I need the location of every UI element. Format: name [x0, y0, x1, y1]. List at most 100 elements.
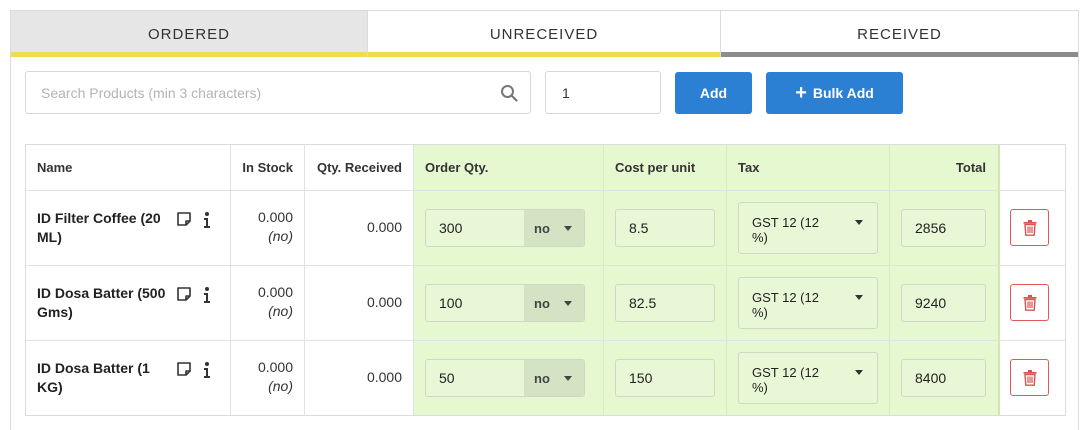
search-input[interactable]: [26, 72, 486, 113]
caret-down-icon: [855, 370, 863, 375]
add-button[interactable]: Add: [675, 72, 752, 114]
caret-down-icon: [564, 226, 572, 231]
cost-cell: 150: [604, 341, 727, 415]
add-button-label: Add: [699, 85, 728, 101]
cost-cell: 8.5: [604, 191, 727, 265]
tab-received-label: RECEIVED: [857, 25, 942, 43]
tax-cell: GST 12 (12 %): [727, 266, 890, 340]
trash-icon: [1023, 219, 1036, 236]
table-header: Name In Stock Qty. Received Order Qty. C…: [26, 145, 1065, 191]
tax-cell: GST 12 (12 %): [727, 341, 890, 415]
qty-received-cell: 0.000: [305, 266, 414, 340]
order-qty-input[interactable]: 50: [426, 360, 524, 396]
tax-select-value: GST 12 (12 %): [752, 215, 819, 245]
cost-per-unit-input[interactable]: 150: [615, 359, 715, 397]
total-input[interactable]: 8400: [901, 359, 986, 397]
unit-select[interactable]: no: [524, 285, 584, 321]
order-qty-field: 100 no: [425, 284, 585, 322]
in-stock-value: 0.000 (no): [258, 283, 293, 321]
qty-received-value: 0.000: [366, 369, 402, 385]
note-icon[interactable]: [176, 361, 192, 377]
header-total: Total: [890, 145, 1000, 190]
trash-icon: [1023, 369, 1036, 386]
tax-cell: GST 12 (12 %): [727, 191, 890, 265]
in-stock-cell: 0.000 (no): [231, 191, 305, 265]
in-stock-value: 0.000 (no): [258, 208, 293, 246]
order-qty-input[interactable]: 300: [426, 210, 524, 246]
total-cell: 9240: [890, 266, 1000, 340]
product-cell: ID Dosa Batter (500 Gms): [26, 266, 231, 340]
info-icon[interactable]: [202, 211, 212, 229]
order-qty-cell: 50 no: [414, 341, 604, 415]
tab-ordered-indicator: [11, 52, 367, 57]
cost-per-unit-input[interactable]: 8.5: [615, 209, 715, 247]
header-name: Name: [26, 145, 231, 190]
purchase-order-panel: ORDERED UNRECEIVED RECEIVED Add + Bulk A…: [10, 10, 1079, 430]
unit-select[interactable]: no: [524, 360, 584, 396]
header-qty-received: Qty. Received: [305, 145, 414, 190]
total-input[interactable]: 9240: [901, 284, 986, 322]
actions-cell: [1000, 191, 1065, 265]
delete-row-button[interactable]: [1010, 284, 1049, 321]
caret-down-icon: [855, 295, 863, 300]
tax-select-value: GST 12 (12 %): [752, 365, 819, 395]
header-order-qty: Order Qty.: [414, 145, 604, 190]
in-stock-unit: (no): [268, 378, 293, 394]
tax-select[interactable]: GST 12 (12 %): [738, 277, 878, 329]
in-stock-amount: 0.000: [257, 209, 293, 225]
product-search: [25, 71, 531, 114]
actions-cell: [1000, 341, 1065, 415]
actions-cell: [1000, 266, 1065, 340]
order-qty-field: 300 no: [425, 209, 585, 247]
tax-select-value: GST 12 (12 %): [752, 290, 819, 320]
plus-icon: +: [795, 82, 807, 104]
bulk-add-button[interactable]: + Bulk Add: [766, 72, 903, 114]
table-row: ID Filter Coffee (20 ML) 0.000 (no) 0.00…: [26, 191, 1065, 266]
cost-cell: 82.5: [604, 266, 727, 340]
header-cost-per-unit: Cost per unit: [604, 145, 727, 190]
order-qty-cell: 300 no: [414, 191, 604, 265]
tab-received[interactable]: RECEIVED: [721, 11, 1078, 57]
caret-down-icon: [564, 376, 572, 381]
qty-received-cell: 0.000: [305, 191, 414, 265]
note-icon[interactable]: [176, 211, 192, 227]
tab-ordered[interactable]: ORDERED: [11, 11, 367, 57]
order-qty-input[interactable]: 100: [426, 285, 524, 321]
caret-down-icon: [564, 301, 572, 306]
header-in-stock: In Stock: [231, 145, 305, 190]
header-actions: [1000, 145, 1065, 190]
cost-per-unit-input[interactable]: 82.5: [615, 284, 715, 322]
order-qty-cell: 100 no: [414, 266, 604, 340]
qty-received-cell: 0.000: [305, 341, 414, 415]
bulk-add-button-label: Bulk Add: [812, 85, 874, 101]
in-stock-cell: 0.000 (no): [231, 266, 305, 340]
tab-ordered-label: ORDERED: [147, 25, 230, 43]
unit-select-value: no: [534, 295, 550, 311]
info-icon[interactable]: [202, 286, 212, 304]
table-row: ID Dosa Batter (500 Gms) 0.000 (no) 0.00…: [26, 266, 1065, 341]
search-icon[interactable]: [500, 84, 518, 102]
note-icon[interactable]: [176, 286, 192, 302]
unit-select[interactable]: no: [524, 210, 584, 246]
tab-unreceived-indicator: [368, 52, 720, 57]
quantity-field: [545, 71, 661, 114]
in-stock-amount: 0.000: [257, 284, 293, 300]
tax-select[interactable]: GST 12 (12 %): [738, 202, 878, 254]
delete-row-button[interactable]: [1010, 359, 1049, 396]
total-cell: 2856: [890, 191, 1000, 265]
tab-unreceived[interactable]: UNRECEIVED: [367, 11, 721, 57]
quantity-input[interactable]: [546, 72, 660, 113]
total-input[interactable]: 2856: [901, 209, 986, 247]
qty-received-value: 0.000: [366, 294, 402, 310]
info-icon[interactable]: [202, 361, 212, 379]
product-name: ID Dosa Batter (1 KG): [37, 360, 150, 395]
order-qty-field: 50 no: [425, 359, 585, 397]
delete-row-button[interactable]: [1010, 209, 1049, 246]
product-name: ID Dosa Batter (500 Gms): [37, 285, 166, 320]
total-cell: 8400: [890, 341, 1000, 415]
product-name: ID Filter Coffee (20 ML): [37, 210, 161, 245]
product-cell: ID Dosa Batter (1 KG): [26, 341, 231, 415]
tax-select[interactable]: GST 12 (12 %): [738, 352, 878, 404]
order-items-table: Name In Stock Qty. Received Order Qty. C…: [25, 144, 1066, 416]
header-tax: Tax: [727, 145, 890, 190]
